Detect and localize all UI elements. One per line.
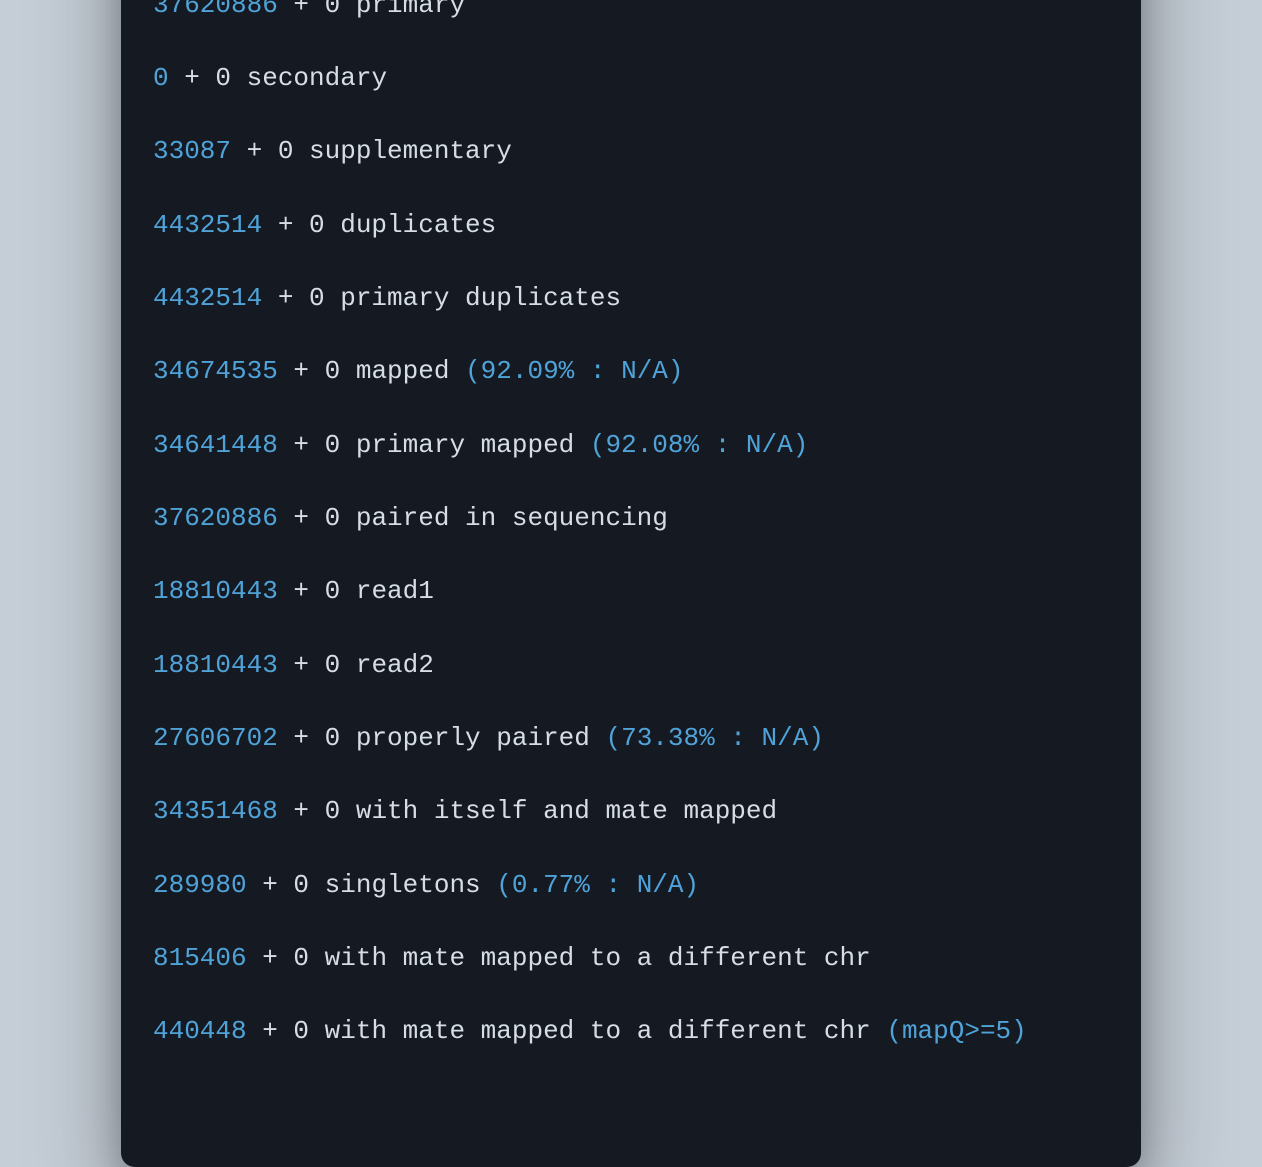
stat-number: 18810443 [153, 576, 278, 606]
output-line: 27606702 + 0 properly paired (73.38% : N… [153, 720, 1109, 757]
stat-number: 34674535 [153, 356, 278, 386]
stat-label: + 0 primary [278, 0, 465, 20]
stat-label: + 0 secondary [169, 63, 387, 93]
output-line: 18810443 + 0 read1 [153, 573, 1109, 610]
stat-number: 37620886 [153, 0, 278, 20]
stat-number: 4432514 [153, 210, 262, 240]
output-line: 34351468 + 0 with itself and mate mapped [153, 793, 1109, 830]
stat-label: + 0 with mate mapped to a different chr [247, 1016, 887, 1046]
stat-number: 815406 [153, 943, 247, 973]
stat-number: 34351468 [153, 796, 278, 826]
stat-label: + 0 singletons [247, 870, 497, 900]
output-line: 37620886 + 0 primary [153, 0, 1109, 23]
stat-label: + 0 with itself and mate mapped [278, 796, 777, 826]
stat-annotation: (92.09% : N/A) [465, 356, 683, 386]
stat-number: 4432514 [153, 283, 262, 313]
stat-label: + 0 primary duplicates [262, 283, 621, 313]
output-line: 289980 + 0 singletons (0.77% : N/A) [153, 867, 1109, 904]
terminal-output: 37653973 + 0 in total (QC-passed reads +… [121, 0, 1141, 1167]
stat-number: 34641448 [153, 430, 278, 460]
stat-label: + 0 read2 [278, 650, 434, 680]
output-line: 4432514 + 0 primary duplicates [153, 280, 1109, 317]
stat-number: 440448 [153, 1016, 247, 1046]
output-line: 34674535 + 0 mapped (92.09% : N/A) [153, 353, 1109, 390]
stat-number: 37620886 [153, 503, 278, 533]
terminal-window: 37653973 + 0 in total (QC-passed reads +… [121, 0, 1141, 1167]
stat-label: + 0 supplementary [231, 136, 512, 166]
stat-annotation: (mapQ>=5) [886, 1016, 1026, 1046]
output-line: 34641448 + 0 primary mapped (92.08% : N/… [153, 427, 1109, 464]
stat-label: + 0 mapped [278, 356, 465, 386]
stat-number: 33087 [153, 136, 231, 166]
stat-label: + 0 with mate mapped to a different chr [247, 943, 871, 973]
stat-annotation: (0.77% : N/A) [496, 870, 699, 900]
output-line: 4432514 + 0 duplicates [153, 207, 1109, 244]
output-line: 815406 + 0 with mate mapped to a differe… [153, 940, 1109, 977]
stat-label: + 0 primary mapped [278, 430, 590, 460]
output-line: 0 + 0 secondary [153, 60, 1109, 97]
output-line: 33087 + 0 supplementary [153, 133, 1109, 170]
output-line: 18810443 + 0 read2 [153, 647, 1109, 684]
output-line: 37620886 + 0 paired in sequencing [153, 500, 1109, 537]
stat-annotation: (92.08% : N/A) [590, 430, 808, 460]
stat-label: + 0 paired in sequencing [278, 503, 668, 533]
stat-label: + 0 duplicates [262, 210, 496, 240]
stat-number: 27606702 [153, 723, 278, 753]
stat-label: + 0 read1 [278, 576, 434, 606]
stat-number: 18810443 [153, 650, 278, 680]
output-line: 440448 + 0 with mate mapped to a differe… [153, 1013, 1109, 1050]
stat-number: 0 [153, 63, 169, 93]
stat-annotation: (73.38% : N/A) [605, 723, 823, 753]
stat-label: + 0 properly paired [278, 723, 606, 753]
stat-number: 289980 [153, 870, 247, 900]
